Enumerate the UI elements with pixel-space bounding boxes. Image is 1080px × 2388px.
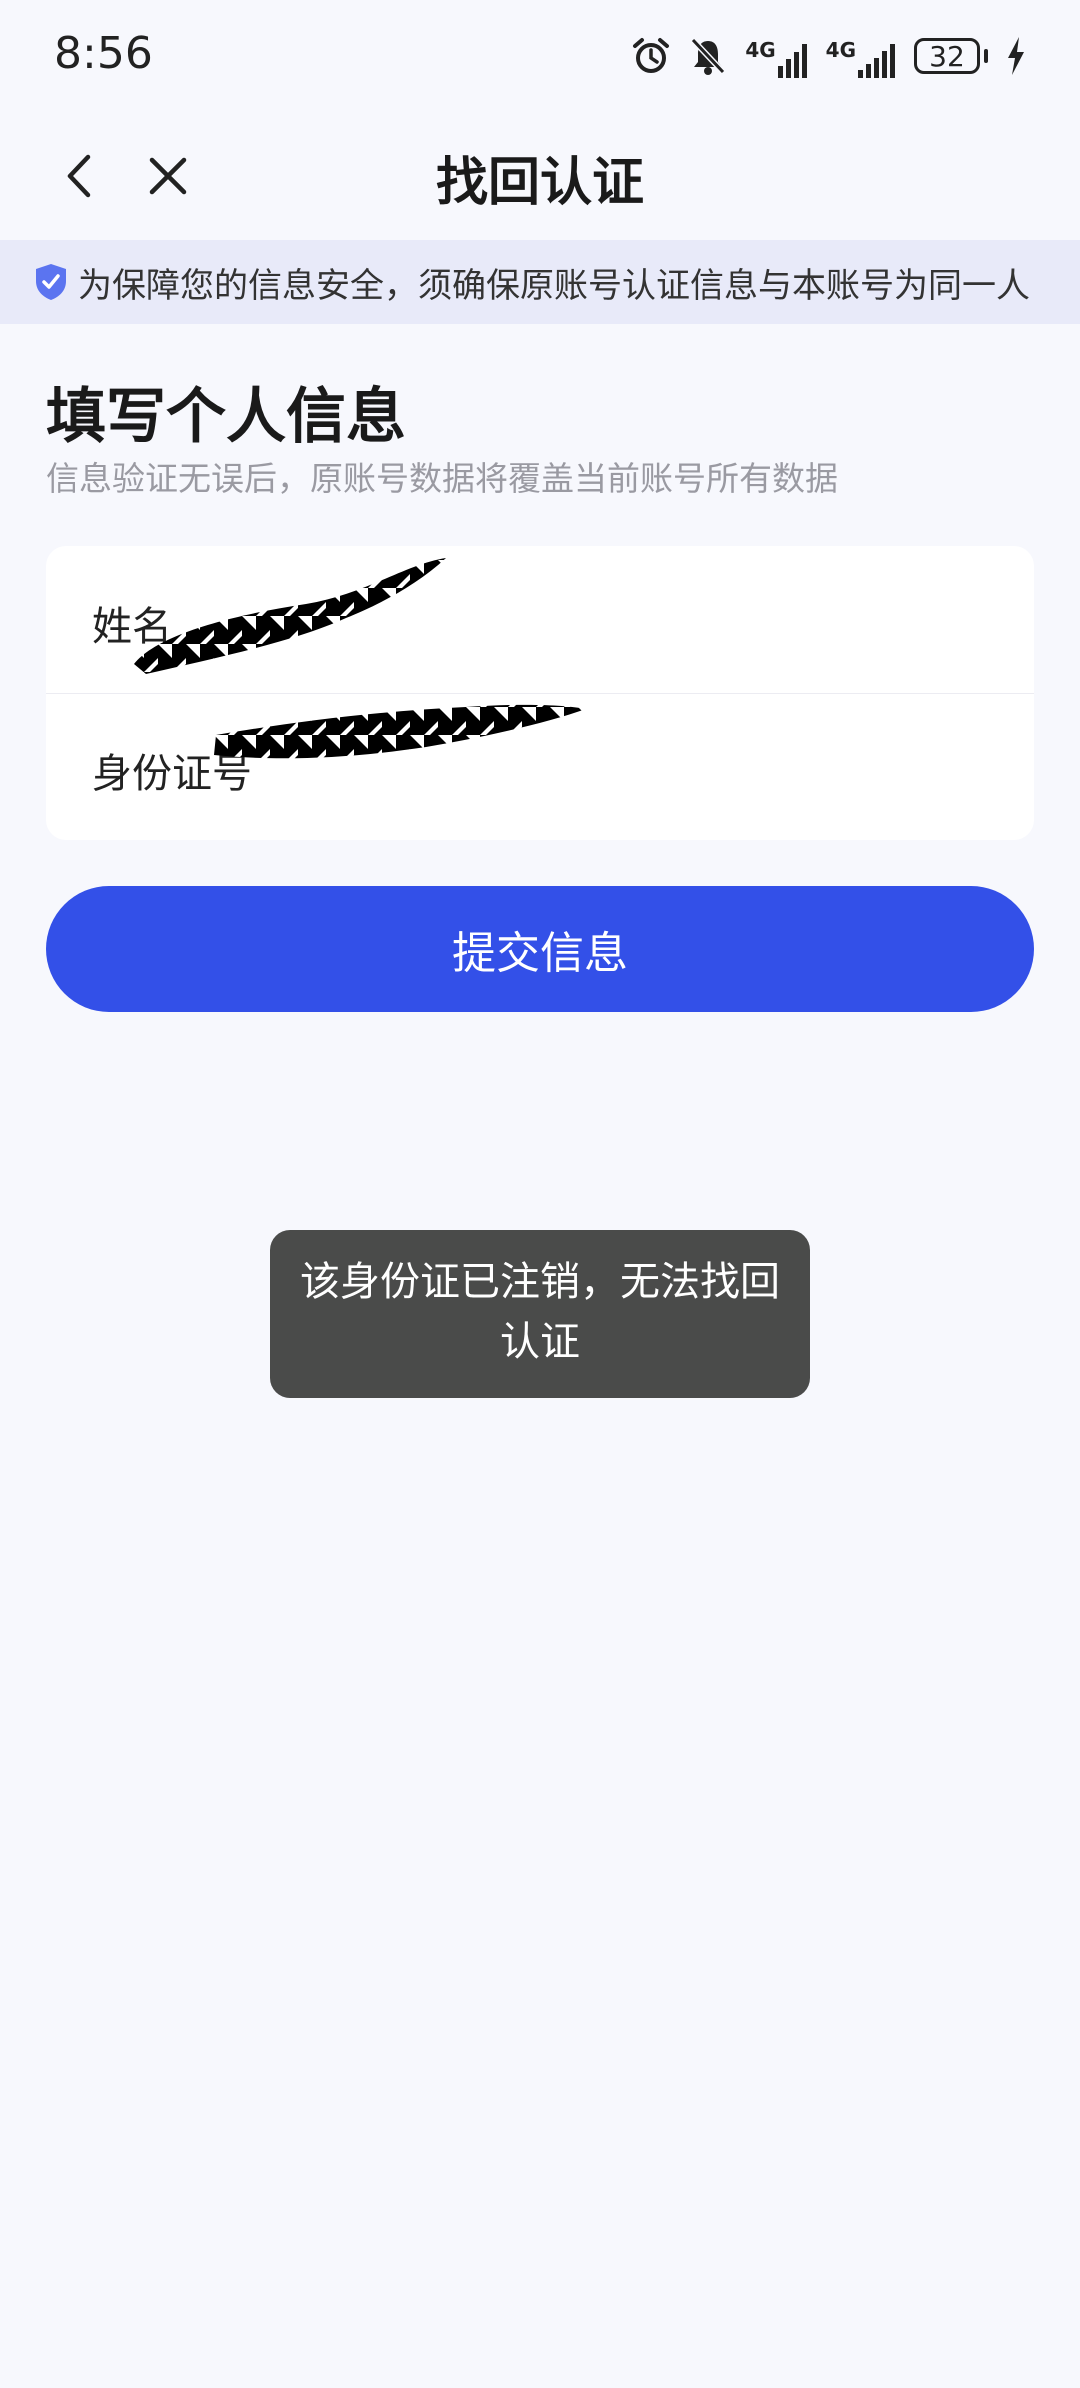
form-subheading: 信息验证无误后，原账号数据将覆盖当前账号所有数据: [46, 459, 838, 498]
battery-icon: 32: [914, 38, 988, 74]
error-toast: 该身份证已注销，无法找回认证: [270, 1230, 810, 1398]
network-type-label: 4G: [745, 38, 776, 62]
personal-info-form: 姓名 身份证号: [46, 546, 1034, 840]
notice-text: 为保障您的信息安全，须确保原账号认证信息与本账号为同一人: [78, 265, 1030, 306]
status-time: 8:56: [54, 28, 153, 79]
redacted-name-value: [134, 558, 446, 674]
signal-4g-icon: 4G: [745, 34, 807, 78]
redacted-id-number-value: [214, 704, 586, 759]
alarm-icon: [631, 36, 671, 76]
name-field-row[interactable]: 姓名: [46, 546, 1034, 694]
signal-4g-icon: 4G: [826, 34, 896, 78]
security-notice-banner: 为保障您的信息安全，须确保原账号认证信息与本账号为同一人: [0, 240, 1080, 324]
submit-button[interactable]: 提交信息: [46, 886, 1034, 1012]
nav-bar: 找回认证: [0, 116, 1080, 240]
status-icons: 4G 4G 32: [631, 32, 1026, 80]
page-title: 找回认证: [435, 153, 644, 213]
battery-level: 32: [914, 38, 980, 74]
mute-bell-icon: [689, 36, 727, 76]
form-heading: 填写个人信息: [46, 382, 406, 452]
shield-check-icon: [36, 264, 66, 300]
id-number-field-row[interactable]: 身份证号: [46, 693, 1034, 840]
status-bar: 8:56 4G 4G 32: [0, 0, 1080, 116]
charging-icon: [1006, 37, 1026, 75]
network-type-label: 4G: [825, 38, 856, 62]
